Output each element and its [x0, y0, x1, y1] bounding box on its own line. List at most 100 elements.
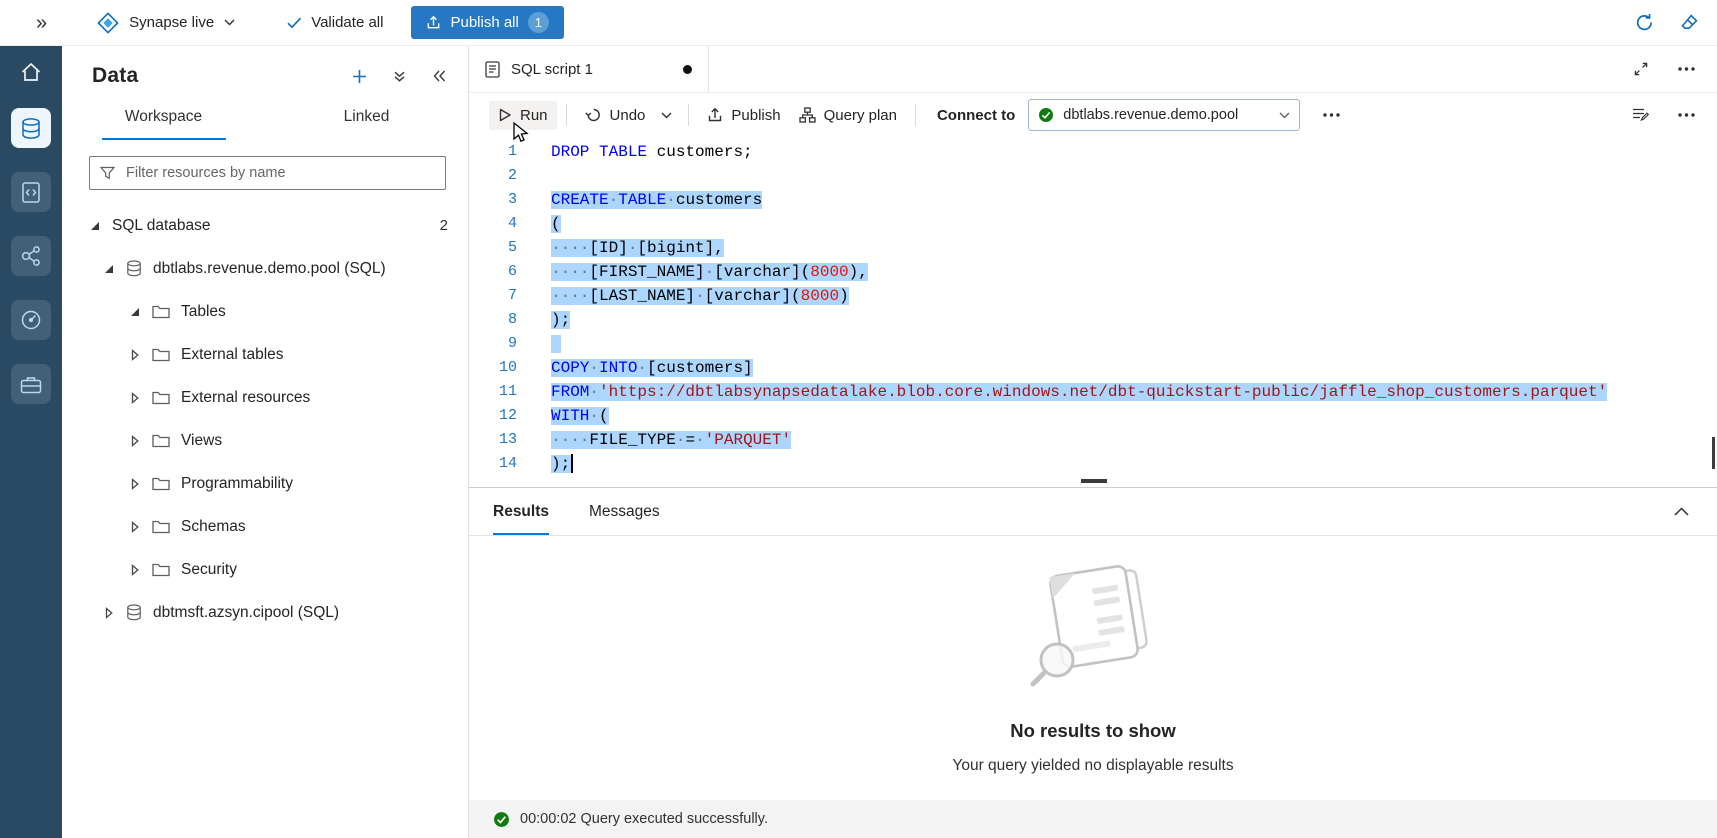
validate-all-button[interactable]: Validate all	[287, 14, 383, 31]
selection-highlight: FROM·'https://dbtlabsynapsedatalake.blob…	[551, 383, 1607, 401]
whitespace-dots: ····	[551, 287, 589, 305]
collapse-arrow-icon[interactable]	[102, 264, 115, 274]
add-resource-icon[interactable]	[352, 69, 367, 84]
line-number: 13	[469, 428, 517, 452]
home-icon	[20, 61, 42, 83]
tab-more-icon[interactable]	[1678, 67, 1695, 71]
selection-highlight: CREATE·TABLE·customers	[551, 191, 762, 209]
database-icon	[126, 604, 142, 621]
expand-arrow-icon[interactable]	[128, 392, 141, 404]
unsaved-dot	[683, 65, 692, 74]
editor-line: 13 ····FILE_TYPE·=·'PARQUET'	[469, 428, 1717, 452]
horizontal-scrollbar-thumb[interactable]	[1081, 479, 1107, 483]
tab-linked[interactable]: Linked	[265, 94, 468, 140]
line-content	[551, 332, 561, 356]
data-icon	[21, 117, 41, 140]
hub-rail	[0, 46, 62, 838]
properties-icon[interactable]	[1632, 107, 1650, 123]
results-tab-bar: Results Messages	[469, 488, 1717, 536]
expand-rail-icon[interactable]: »	[36, 13, 47, 33]
expand-arrow-icon[interactable]	[128, 349, 141, 361]
publish-all-label: Publish all	[450, 14, 518, 31]
tree-item-label: Tables	[181, 303, 226, 321]
rail-item-home[interactable]	[0, 48, 62, 96]
expand-arrow-icon[interactable]	[128, 521, 141, 533]
rail-item-data[interactable]	[0, 96, 62, 160]
undo-button[interactable]: Undo	[576, 101, 655, 130]
whitespace-dots: ·	[666, 191, 676, 209]
tree-item-external-tables[interactable]: External tables	[62, 333, 468, 376]
selection-highlight	[551, 335, 561, 353]
editor-line: 2	[469, 164, 1717, 188]
line-content: ····[FIRST_NAME]·[varchar](8000),	[551, 260, 868, 284]
expand-arrow-icon[interactable]	[102, 607, 115, 619]
collapse-results-icon[interactable]	[1674, 507, 1689, 516]
tree-item-security[interactable]: Security	[62, 548, 468, 591]
resource-tree: SQL database2dbtlabs.revenue.demo.pool (…	[62, 204, 468, 634]
collapse-arrow-icon[interactable]	[88, 221, 101, 231]
line-content: ····[LAST_NAME]·[varchar](8000)	[551, 284, 849, 308]
publish-button[interactable]: Publish	[698, 101, 789, 130]
mode-switcher[interactable]: Synapse live	[97, 12, 235, 34]
tree-item-programmability[interactable]: Programmability	[62, 462, 468, 505]
collapse-arrow-icon[interactable]	[128, 307, 141, 317]
rail-item-integrate[interactable]	[0, 224, 62, 288]
tab-sql-script-1[interactable]: SQL script 1	[469, 46, 709, 92]
editor-more-icon[interactable]	[1678, 113, 1695, 117]
whitespace-dots: ·	[589, 359, 599, 377]
tree-item-label: External resources	[181, 389, 310, 407]
editor-line: 1DROP TABLE customers;	[469, 140, 1717, 164]
expand-editor-icon[interactable]	[1634, 62, 1648, 76]
expand-arrow-icon[interactable]	[128, 564, 141, 576]
tab-messages[interactable]: Messages	[589, 488, 660, 535]
collapse-panel-icon[interactable]	[432, 70, 446, 82]
tree-item-views[interactable]: Views	[62, 419, 468, 462]
tab-workspace[interactable]: Workspace	[62, 94, 265, 140]
develop-icon	[21, 181, 41, 204]
tree-item-tables[interactable]: Tables	[62, 290, 468, 333]
tree-item-external-resources[interactable]: External resources	[62, 376, 468, 419]
sql-script-icon	[485, 61, 500, 78]
vertical-scrollbar-thumb[interactable]	[1712, 437, 1715, 469]
whitespace-dots: ·	[628, 239, 638, 257]
tree-item-label: dbtmsft.azsyn.cipool (SQL)	[153, 604, 339, 622]
rail-item-monitor[interactable]	[0, 288, 62, 352]
expand-arrow-icon[interactable]	[128, 435, 141, 447]
pool-connected-icon	[1038, 107, 1054, 123]
refresh-icon[interactable]	[1635, 13, 1654, 32]
pool-select[interactable]: dbtlabs.revenue.demo.pool	[1028, 99, 1300, 131]
expand-arrow-icon[interactable]	[128, 478, 141, 490]
rail-item-manage[interactable]	[0, 352, 62, 416]
clear-cache-icon[interactable]	[1680, 13, 1699, 32]
whitespace-dots: ····	[551, 431, 589, 449]
tree-item-sql-database[interactable]: SQL database2	[62, 204, 468, 247]
selection-highlight: ····[FIRST_NAME]·[varchar](8000),	[551, 263, 868, 281]
pool-select-value: dbtlabs.revenue.demo.pool	[1063, 107, 1270, 123]
query-plan-button[interactable]: Query plan	[790, 101, 906, 130]
filter-input[interactable]	[124, 164, 435, 182]
no-results-illustration	[1013, 562, 1173, 694]
line-number: 10	[469, 356, 517, 380]
sql-editor[interactable]: 1DROP TABLE customers;23CREATE·TABLE·cus…	[469, 137, 1717, 487]
double-chevron-down-icon[interactable]	[393, 70, 406, 83]
toolbar-more-icon[interactable]	[1316, 107, 1347, 123]
whitespace-dots: ····	[551, 263, 589, 281]
tab-title: SQL script 1	[511, 61, 593, 78]
selection-highlight: ····FILE_TYPE·=·'PARQUET'	[551, 431, 791, 449]
editor-line: 3CREATE·TABLE·customers	[469, 188, 1717, 212]
tree-item-dbtmsft-azsyn-cipool-sql[interactable]: dbtmsft.azsyn.cipool (SQL)	[62, 591, 468, 634]
publish-all-button[interactable]: Publish all 1	[411, 6, 563, 39]
whitespace-dots: ·	[637, 359, 647, 377]
tree-item-schemas[interactable]: Schemas	[62, 505, 468, 548]
empty-results-state: No results to show Your query yielded no…	[469, 536, 1717, 800]
tree-item-dbtlabs-revenue-demo-pool-sql[interactable]: dbtlabs.revenue.demo.pool (SQL)	[62, 247, 468, 290]
rail-item-develop[interactable]	[0, 160, 62, 224]
whitespace-dots: ·	[695, 431, 705, 449]
query-plan-icon	[799, 107, 816, 123]
query-status-text: 00:00:02 Query executed successfully.	[520, 811, 768, 827]
whitespace-dots: ·	[705, 263, 715, 281]
tab-results[interactable]: Results	[493, 488, 549, 535]
folder-icon	[152, 390, 170, 405]
undo-dropdown-icon[interactable]	[654, 106, 679, 125]
line-content: ····FILE_TYPE·=·'PARQUET'	[551, 428, 791, 452]
